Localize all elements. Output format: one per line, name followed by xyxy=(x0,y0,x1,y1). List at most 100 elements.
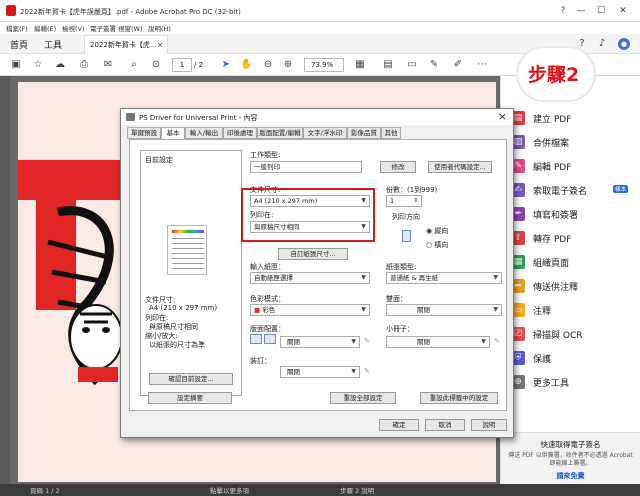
dialog-close-icon[interactable]: × xyxy=(498,110,507,123)
tab-one-click-preset[interactable]: 單鍵預設 xyxy=(127,127,161,139)
tab-text-watermark[interactable]: 文字/浮水印 xyxy=(303,127,347,139)
tab-home[interactable]: 首頁 xyxy=(10,38,28,51)
maximize-button[interactable]: ☐ xyxy=(594,5,608,17)
cancel-button[interactable]: 取消 xyxy=(425,419,465,431)
tool-combine-files[interactable]: ▥ 合併檔案 xyxy=(511,134,636,150)
pen-icon[interactable]: ✎ xyxy=(428,59,440,71)
user-code-settings-button[interactable]: 使用者代碼設定... xyxy=(428,161,492,173)
more-icon[interactable]: ⋯ xyxy=(476,59,488,71)
help-icon[interactable]: ? xyxy=(556,5,570,17)
left-navigation-strip[interactable] xyxy=(0,76,10,484)
account-icon[interactable]: ● xyxy=(618,38,630,50)
color-mode-select[interactable]: ■ 彩色 ▼ xyxy=(250,304,370,316)
tab-input-output[interactable]: 輸入/輸出 xyxy=(185,127,223,139)
booklet-select[interactable]: 關閉 ▼ xyxy=(386,336,490,348)
zoom-out-icon[interactable]: ⊖ xyxy=(262,59,274,71)
zoom-in-icon[interactable]: ⊕ xyxy=(282,59,294,71)
print-icon[interactable]: ⎙ xyxy=(78,59,90,71)
tool-more-tools[interactable]: ⊕ 更多工具 xyxy=(511,374,636,390)
job-type-label: 工作類型: xyxy=(250,151,281,159)
tool-organize-pages[interactable]: ▦ 組織頁面 xyxy=(511,254,636,270)
close-button[interactable]: ✕ xyxy=(616,5,630,17)
page-up-icon[interactable]: ⊙ xyxy=(150,59,162,71)
cloud-upload-icon[interactable]: ☁ xyxy=(54,59,66,71)
tool-export-pdf[interactable]: ⇪ 轉存 PDF xyxy=(511,230,636,246)
tab-close-icon[interactable]: × xyxy=(157,36,163,54)
select-cursor-icon[interactable]: ➤ xyxy=(220,59,232,71)
tab-image-quality[interactable]: 影像品質 xyxy=(347,127,381,139)
reset-tab-button[interactable]: 重設此標籤中的設定 xyxy=(420,392,498,404)
portrait-page-icon xyxy=(402,230,411,242)
tool-create-pdf[interactable]: ▤ 建立 PDF xyxy=(511,110,636,126)
chevron-down-icon: ▼ xyxy=(361,306,366,313)
menu-window[interactable]: 視窗(W) xyxy=(118,23,143,33)
tool-label: 編輯 PDF xyxy=(533,163,572,173)
job-type-field[interactable]: 一般列印 xyxy=(250,161,362,173)
layout-select[interactable]: 關閉 ▼ xyxy=(280,336,360,348)
settings-summary-button[interactable]: 設定摘要 xyxy=(148,392,232,404)
highlight-icon[interactable]: ✐ xyxy=(452,59,464,71)
spinner-icon[interactable]: ⇕ xyxy=(413,196,418,206)
bell-icon[interactable]: ♪ xyxy=(596,38,608,50)
reset-all-button[interactable]: 重設全部設定 xyxy=(330,392,396,404)
tool-label: 索取電子簽名 xyxy=(533,187,588,197)
tab-document[interactable]: 2022新年賀卡【虎... × xyxy=(84,35,168,54)
menu-help[interactable]: 說明(H) xyxy=(148,23,171,33)
trial-badge: 樣本 xyxy=(612,185,628,193)
acrobat-app-icon xyxy=(6,5,16,16)
confirm-settings-button[interactable]: 確認目前設定... xyxy=(149,373,233,385)
minimize-button[interactable]: — xyxy=(574,5,588,17)
staple-edit-icon[interactable]: ✎ xyxy=(364,367,370,375)
tool-protect[interactable]: ⛨ 保護 xyxy=(511,350,636,366)
menu-esign[interactable]: 電子簽署 xyxy=(90,23,116,33)
booklet-edit-icon[interactable]: ✎ xyxy=(494,337,500,345)
copies-value: 1 xyxy=(390,197,395,205)
tool-send-comment[interactable]: ➦ 傳送供注釋 xyxy=(511,278,636,294)
tools-pane: ▤ 建立 PDF ▥ 合併檔案 ✎ 編輯 PDF ✍ 索取電子簽名 樣本 ✒ 填… xyxy=(500,76,640,484)
mail-icon[interactable]: ✉ xyxy=(102,59,114,71)
tab-finishing[interactable]: 印後處理 xyxy=(223,127,257,139)
tool-scan-ocr[interactable]: ⎚ 掃描與 OCR xyxy=(511,326,636,342)
tool-request-signature[interactable]: ✍ 索取電子簽名 樣本 xyxy=(511,182,636,198)
help-circle-icon[interactable]: ? xyxy=(576,38,588,50)
comment-bubble-icon[interactable]: ▭ xyxy=(406,59,418,71)
tool-label: 更多工具 xyxy=(533,379,570,389)
menu-edit[interactable]: 編輯(E) xyxy=(34,23,56,33)
tool-label: 組織頁面 xyxy=(533,259,570,269)
duplex-select[interactable]: 關閉 ▼ xyxy=(386,304,502,316)
help-button[interactable]: 說明 xyxy=(471,419,507,431)
zoom-input[interactable]: 73.9% xyxy=(304,58,344,72)
chevron-down-icon: ▼ xyxy=(493,274,498,281)
custom-paper-size-button[interactable]: 自訂紙張尺寸... xyxy=(278,248,348,260)
input-tray-select[interactable]: 自動紙匣選擇 ▼ xyxy=(250,272,370,284)
ok-button[interactable]: 確定 xyxy=(379,419,419,431)
radio-landscape[interactable]: ○ 橫向 xyxy=(426,240,448,250)
tab-layout-edit[interactable]: 版面配置/編輯 xyxy=(257,127,303,139)
menu-file[interactable]: 檔案(F) xyxy=(6,23,28,33)
layout-page-icon xyxy=(264,334,276,344)
annotate-icon[interactable]: ▤ xyxy=(382,59,394,71)
tool-fill-sign[interactable]: ✒ 填寫和簽署 xyxy=(511,206,636,222)
fit-page-icon[interactable]: ▦ xyxy=(354,59,366,71)
layout-edit-icon[interactable]: ✎ xyxy=(364,337,370,345)
staple-select[interactable]: 關閉 ▼ xyxy=(280,366,360,378)
tab-other[interactable]: 其他 xyxy=(381,127,401,139)
star-icon[interactable]: ☆ xyxy=(32,59,44,71)
save-icon[interactable]: ▣ xyxy=(10,59,22,71)
hand-icon[interactable]: ✋ xyxy=(240,59,252,71)
copies-input[interactable]: 1 ⇕ xyxy=(386,195,422,207)
zoom-search-icon[interactable]: ⌕ xyxy=(128,59,140,71)
radio-portrait[interactable]: ◉ 縱向 xyxy=(426,226,448,236)
tool-comment[interactable]: ▭ 注釋 xyxy=(511,302,636,318)
status-mid: 點擊以更多項 xyxy=(210,487,249,495)
landscape-label: 橫向 xyxy=(434,241,449,249)
promo-link[interactable]: 請來免費 xyxy=(501,471,640,481)
paper-type-select[interactable]: 普通紙 & 再生紙 ▼ xyxy=(386,272,502,284)
tab-tools[interactable]: 工具 xyxy=(44,38,62,51)
menu-view[interactable]: 檢視(V) xyxy=(62,23,85,33)
tool-edit-pdf[interactable]: ✎ 編輯 PDF xyxy=(511,158,636,174)
job-type-edit-button[interactable]: 修改 xyxy=(380,161,416,173)
copies-label: 份數：(1到999) xyxy=(386,186,438,194)
menu-bar: 檔案(F) 編輯(E) 檢視(V) 電子簽署 視窗(W) 說明(H) xyxy=(0,22,640,34)
page-number-input[interactable]: 1 xyxy=(172,58,192,72)
